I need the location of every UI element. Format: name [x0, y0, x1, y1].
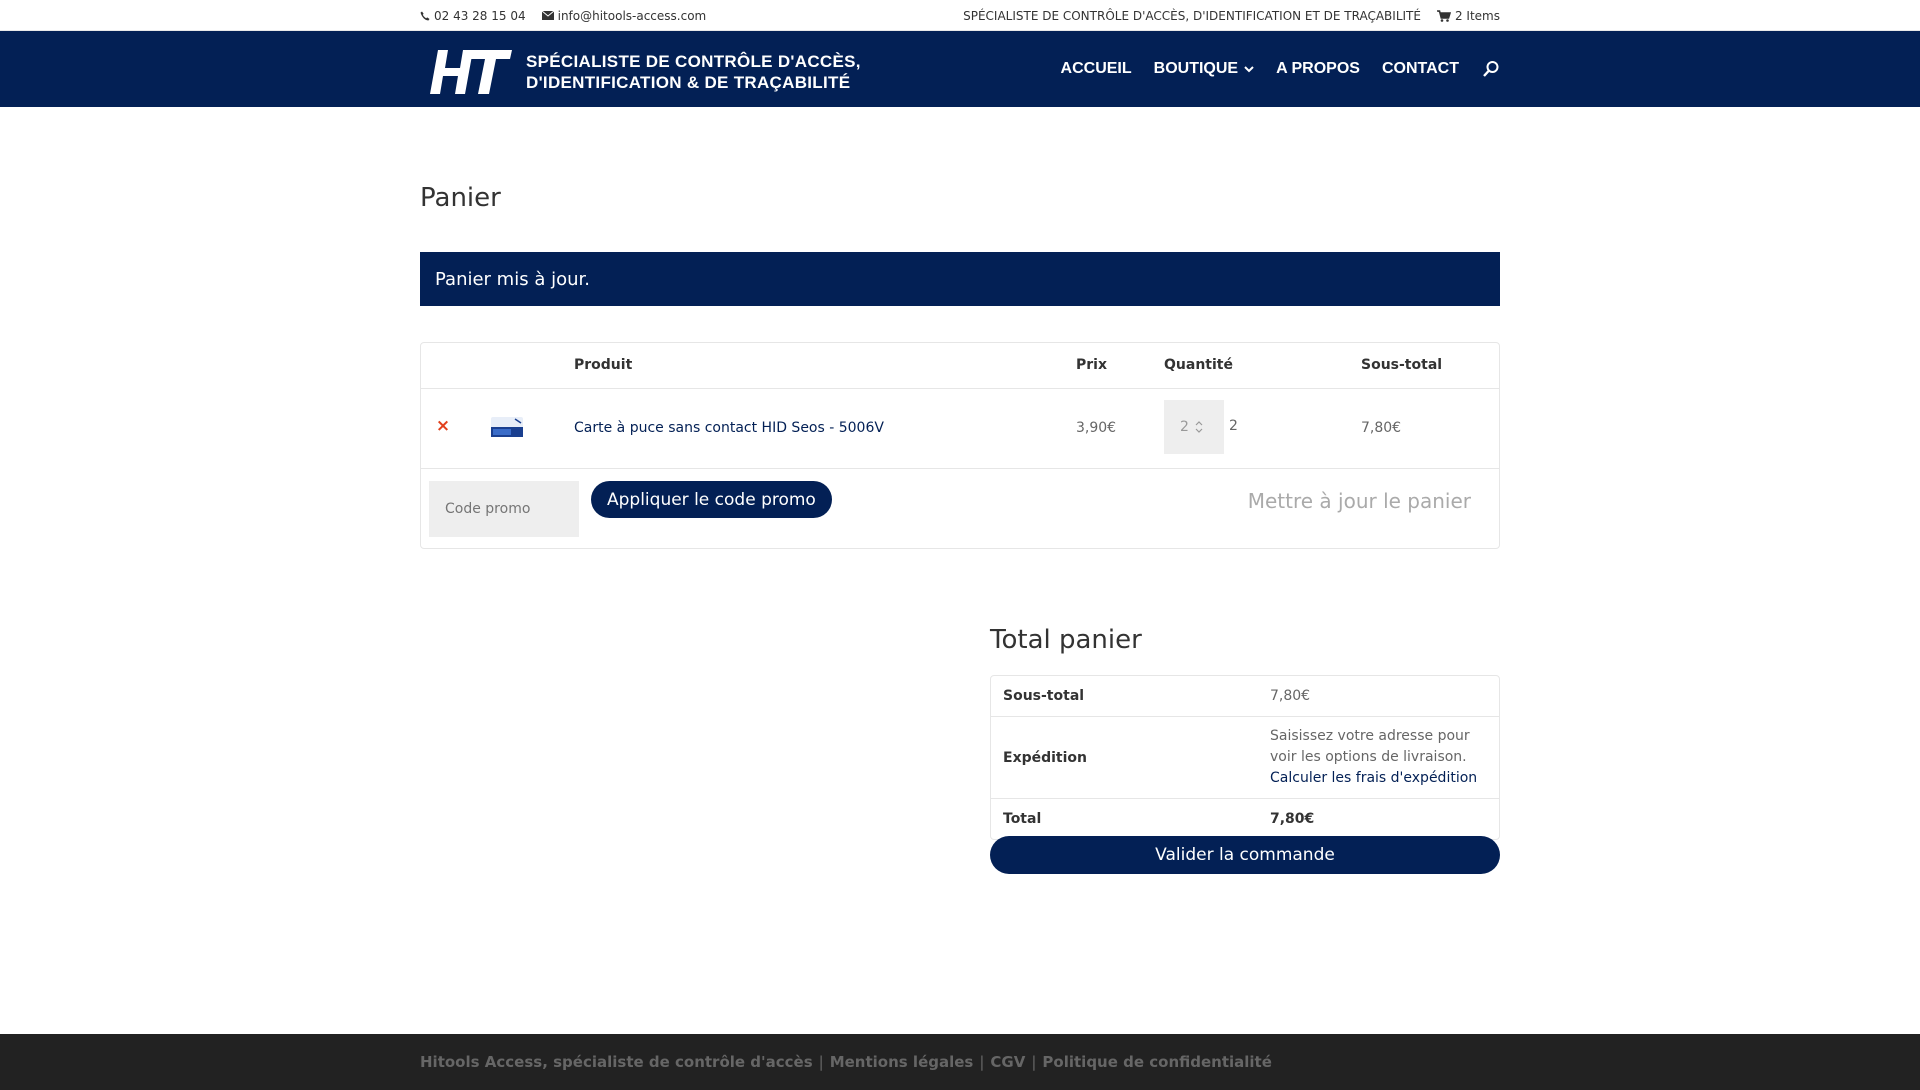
footer-link-privacy[interactable]: Politique de confidentialité: [1042, 1053, 1271, 1071]
site-logo[interactable]: SPÉCIALISTE DE CONTRÔLE D'ACCÈS, D'IDENT…: [430, 44, 861, 100]
col-header-quantity: Quantité: [1164, 357, 1233, 373]
quantity-value: 2: [1229, 418, 1238, 434]
nav-label: CONTACT: [1381, 60, 1459, 77]
logo-line-2: D'IDENTIFICATION & DE TRAÇABILITÉ: [526, 73, 851, 92]
spinner-arrows-icon: [1195, 421, 1203, 433]
col-header-product: Produit: [574, 357, 633, 373]
search-button[interactable]: [1470, 60, 1500, 78]
cart-count: 2 Items: [1454, 8, 1500, 23]
quantity-input-value: 2: [1180, 419, 1189, 435]
cart-icon: [1436, 9, 1451, 22]
cart-link[interactable]: 2 Items: [1436, 8, 1500, 23]
phone-contact[interactable]: 02 43 28 15 04: [420, 9, 526, 23]
top-tagline: SPÉCIALISTE DE CONTRÔLE D'ACCÈS, D'IDENT…: [963, 8, 1421, 23]
footer: Hitools Access, spécialiste de contrôle …: [0, 1034, 1920, 1090]
cart-updated-notice: Panier mis à jour.: [420, 252, 1500, 306]
ht-logo-icon: [430, 50, 512, 94]
cart-actions: Appliquer le code promo Mettre à jour le…: [421, 469, 1499, 550]
shipping-label: Expédition: [1003, 749, 1088, 766]
phone-icon: [420, 11, 430, 20]
envelope-icon: [541, 11, 554, 20]
remove-item-button[interactable]: ×: [434, 417, 452, 435]
email-contact[interactable]: info@hitools-access.com: [541, 8, 707, 23]
footer-link-home[interactable]: Hitools Access, spécialiste de contrôle …: [420, 1053, 813, 1071]
coupon-code-input[interactable]: [429, 481, 579, 537]
nav-contact[interactable]: CONTACT: [1371, 60, 1470, 78]
product-name-link[interactable]: Carte à puce sans contact HID Seos - 500…: [574, 420, 884, 436]
top-bar: 02 43 28 15 04 info@hitools-access.com S…: [0, 0, 1920, 31]
apply-coupon-button[interactable]: Appliquer le code promo: [591, 481, 832, 518]
product-price: 3,90€: [1076, 420, 1117, 436]
cart-totals: Total panier Sous-total 7,80€ Expédition…: [990, 625, 1500, 874]
col-header-subtotal: Sous-total: [1361, 357, 1443, 373]
nav-label: A PROPOS: [1276, 60, 1360, 77]
checkout-button[interactable]: Valider la commande: [990, 836, 1500, 874]
totals-row-shipping: Expédition Saisissez votre adresse pour …: [991, 717, 1499, 799]
chevron-down-icon: [1244, 65, 1254, 72]
subtotal-label: Sous-total: [1003, 688, 1085, 704]
update-cart-button[interactable]: Mettre à jour le panier: [1248, 489, 1471, 513]
footer-separator: |: [979, 1053, 985, 1071]
footer-link-cgv[interactable]: CGV: [990, 1053, 1025, 1071]
main-nav: ACCUEIL BOUTIQUE A PROPOS CONTACT: [1050, 31, 1500, 107]
logo-line-1: SPÉCIALISTE DE CONTRÔLE D'ACCÈS,: [526, 52, 861, 71]
calculate-shipping-link[interactable]: Calculer les frais d'expédition: [1270, 768, 1487, 789]
email-address: info@hitools-access.com: [557, 8, 707, 23]
nav-label: ACCUEIL: [1060, 60, 1132, 77]
main-header: [0, 31, 1920, 107]
table-row: × Carte à puce sans contact HID Seos - 5…: [421, 389, 1499, 469]
total-value: 7,80€: [1270, 811, 1315, 827]
footer-link-mentions[interactable]: Mentions légales: [830, 1053, 974, 1071]
nav-accueil[interactable]: ACCUEIL: [1050, 60, 1143, 78]
nav-boutique[interactable]: BOUTIQUE: [1143, 60, 1265, 78]
cart-table: Produit Prix Quantité Sous-total × Carte…: [420, 342, 1500, 549]
page-title: Panier: [420, 183, 501, 213]
totals-title: Total panier: [990, 625, 1142, 655]
footer-separator: |: [1031, 1053, 1037, 1071]
col-header-price: Prix: [1076, 357, 1107, 373]
product-thumbnail[interactable]: [491, 415, 523, 439]
shipping-text: Saisissez votre adresse pour voir les op…: [1270, 728, 1470, 765]
quantity-stepper[interactable]: 2: [1164, 400, 1224, 454]
totals-row-total: Total 7,80€: [991, 799, 1499, 839]
total-label: Total: [1003, 811, 1042, 827]
notice-text: Panier mis à jour.: [435, 268, 590, 290]
search-icon: [1483, 61, 1499, 77]
nav-label: BOUTIQUE: [1153, 60, 1239, 77]
totals-table: Sous-total 7,80€ Expédition Saisissez vo…: [990, 675, 1500, 840]
subtotal-value: 7,80€: [1270, 688, 1311, 704]
line-subtotal: 7,80€: [1361, 420, 1402, 436]
totals-row-subtotal: Sous-total 7,80€: [991, 676, 1499, 717]
cart-table-header: Produit Prix Quantité Sous-total: [421, 343, 1499, 389]
phone-number: 02 43 28 15 04: [434, 8, 526, 23]
footer-separator: |: [818, 1053, 824, 1071]
nav-a-propos[interactable]: A PROPOS: [1265, 60, 1371, 78]
